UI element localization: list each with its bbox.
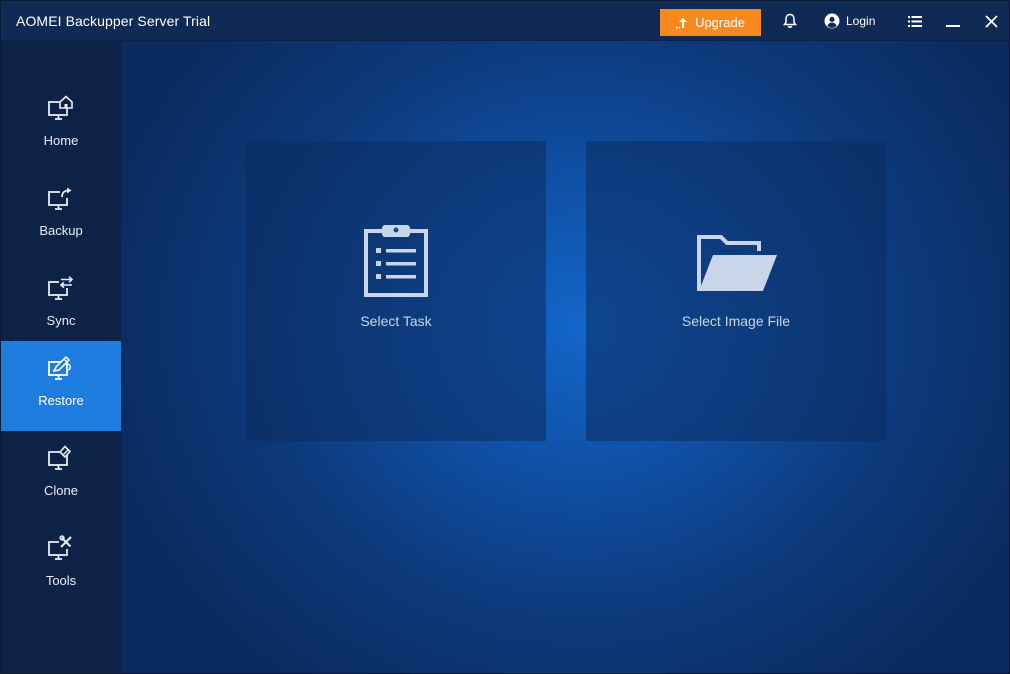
sidebar-item-label: Home bbox=[43, 133, 79, 148]
close-icon bbox=[984, 14, 998, 28]
card-label: Select Image File bbox=[681, 313, 791, 329]
sync-monitor-icon bbox=[48, 276, 74, 300]
sidebar-item-label: Clone bbox=[44, 483, 78, 498]
minimize-button[interactable] bbox=[945, 11, 961, 31]
sidebar-nav: Home Backup Sync Restore Clone Tools bbox=[1, 41, 121, 673]
clone-monitor-icon bbox=[48, 445, 72, 470]
sidebar-item-restore[interactable]: Restore bbox=[1, 341, 121, 431]
tools-monitor-icon bbox=[48, 535, 73, 560]
sidebar-item-tools[interactable]: Tools bbox=[1, 521, 121, 611]
bell-icon bbox=[783, 13, 797, 28]
card-label: Select Task bbox=[360, 313, 432, 329]
app-window: AOMEI Backupper Server Trial Upgrade Log… bbox=[0, 0, 1010, 674]
home-monitor-icon bbox=[48, 95, 73, 120]
sidebar-item-label: Tools bbox=[45, 573, 77, 588]
select-image-file-card[interactable]: Select Image File bbox=[586, 141, 886, 441]
sidebar-item-home[interactable]: Home bbox=[1, 81, 121, 171]
user-icon bbox=[824, 13, 840, 29]
clipboard-list-icon bbox=[364, 225, 428, 297]
sidebar-item-label: Restore bbox=[38, 393, 84, 408]
sidebar-item-label: Sync bbox=[46, 313, 76, 328]
upgrade-button[interactable]: Upgrade bbox=[660, 9, 761, 36]
backup-monitor-icon bbox=[48, 186, 73, 210]
folder-open-icon bbox=[697, 235, 777, 291]
menu-button[interactable] bbox=[907, 11, 923, 31]
minimize-icon bbox=[946, 25, 960, 27]
login-button[interactable]: Login bbox=[824, 12, 875, 30]
restore-monitor-icon bbox=[48, 355, 71, 380]
login-label: Login bbox=[846, 14, 876, 28]
app-title: AOMEI Backupper Server Trial bbox=[16, 13, 211, 29]
sidebar-item-sync[interactable]: Sync bbox=[1, 261, 121, 351]
close-button[interactable] bbox=[983, 11, 999, 31]
sidebar-item-clone[interactable]: Clone bbox=[1, 431, 121, 521]
select-task-card[interactable]: Select Task bbox=[246, 141, 546, 441]
sidebar-item-label: Backup bbox=[39, 223, 83, 238]
title-bar[interactable]: AOMEI Backupper Server Trial Upgrade Log… bbox=[1, 1, 1009, 41]
upgrade-label: Upgrade bbox=[695, 15, 745, 30]
sidebar-item-backup[interactable]: Backup bbox=[1, 171, 121, 261]
notification-button[interactable] bbox=[781, 11, 799, 31]
upgrade-arrow-icon bbox=[676, 17, 688, 28]
main-content: Select Task Select Image File bbox=[121, 41, 1009, 673]
menu-icon bbox=[908, 15, 922, 27]
